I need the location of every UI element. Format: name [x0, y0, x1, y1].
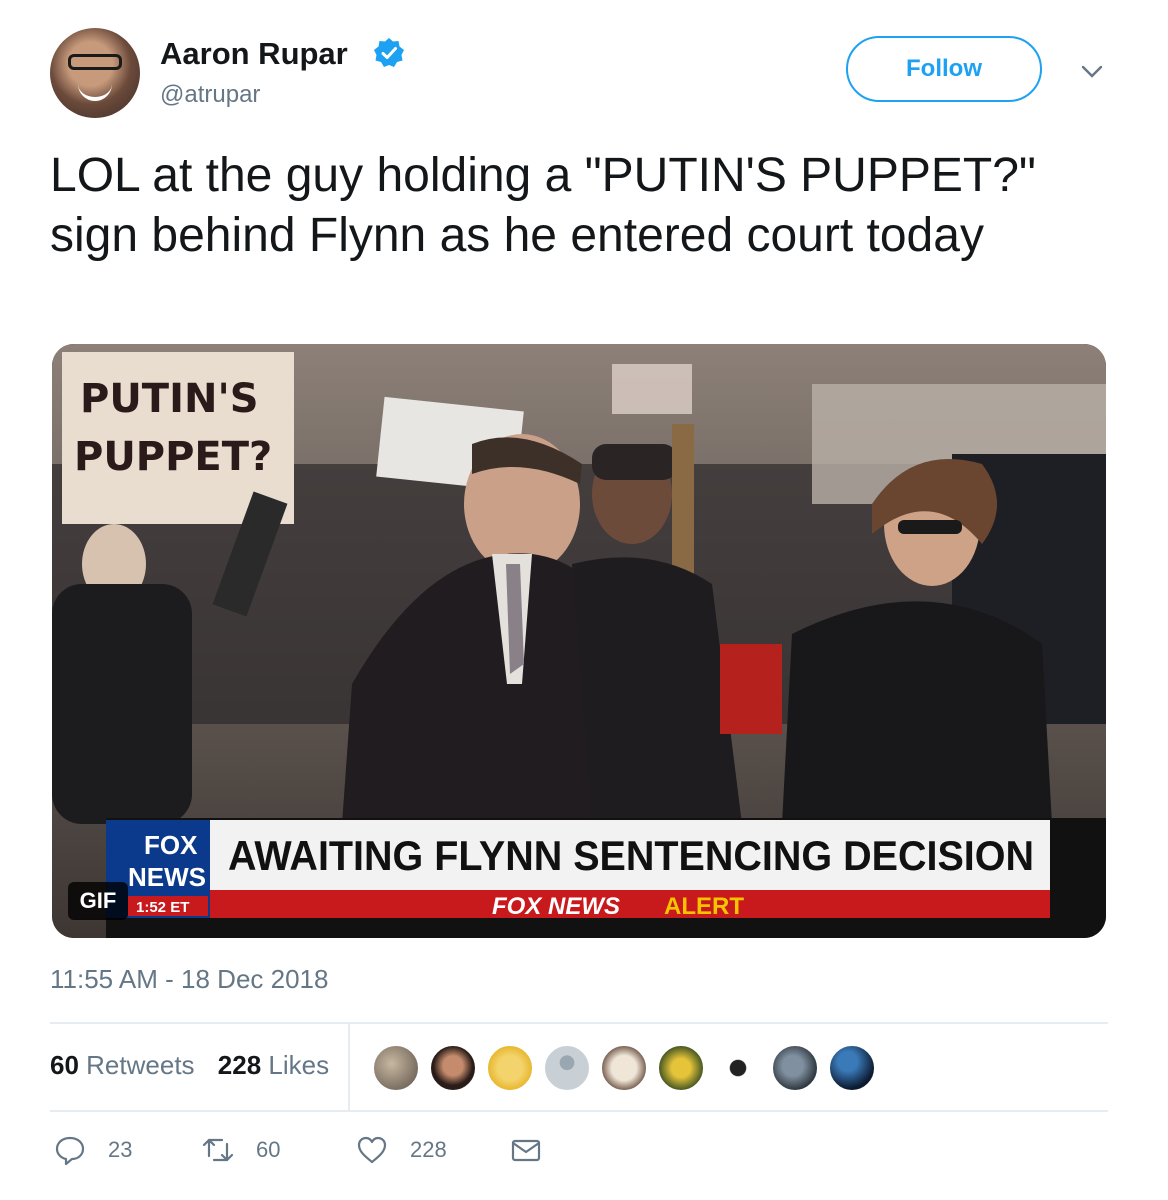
liker-avatar[interactable]	[657, 1044, 705, 1092]
tweet-header: Aaron Rupar @atrupar Follow	[50, 28, 1110, 120]
direct-message-button[interactable]	[510, 1134, 564, 1166]
liker-avatar[interactable]	[714, 1044, 762, 1092]
heart-icon	[357, 1136, 387, 1164]
liker-avatar[interactable]	[828, 1044, 876, 1092]
reply-count: 23	[108, 1137, 133, 1162]
liker-avatar[interactable]	[771, 1044, 819, 1092]
divider-bottom	[50, 1110, 1108, 1112]
author-name[interactable]: Aaron Rupar	[160, 36, 348, 72]
logo-clock: 1:52 ET	[136, 899, 189, 916]
tweet-stats: 60 Retweets 228 Likes	[50, 1050, 345, 1081]
avatar-glasses	[68, 54, 122, 70]
logo-bottom: NEWS	[128, 862, 206, 892]
liker-avatars	[372, 1044, 885, 1092]
stats-divider	[348, 1024, 350, 1112]
retweet-button[interactable]: 60	[202, 1134, 280, 1166]
reply-icon	[55, 1136, 85, 1166]
retweets-count: 60	[50, 1050, 79, 1080]
author-avatar[interactable]	[50, 28, 140, 118]
protester-body	[52, 584, 192, 824]
logo-top: FOX	[144, 830, 198, 860]
likes-stat[interactable]: 228 Likes	[218, 1050, 329, 1080]
liker-avatar[interactable]	[486, 1044, 534, 1092]
sign-line2: PUPPET?	[74, 434, 272, 480]
like-button[interactable]: 228	[356, 1134, 447, 1166]
likes-label: Likes	[268, 1050, 330, 1080]
follow-button[interactable]: Follow	[846, 36, 1042, 102]
retweet-icon	[202, 1138, 234, 1162]
tweet-text: LOL at the guy holding a "PUTIN'S PUPPET…	[50, 149, 1036, 262]
retweets-stat[interactable]: 60 Retweets	[50, 1050, 195, 1080]
tweet-media-gif[interactable]: PUTIN'S PUPPET? AWAITING FLYNN SENTENCIN…	[52, 344, 1106, 938]
verified-badge-icon	[374, 38, 404, 67]
chyron-headline: AWAITING FLYNN SENTENCING DECISION	[228, 832, 1034, 879]
envelope-icon	[511, 1139, 541, 1162]
like-count: 228	[410, 1137, 447, 1162]
avatar-smile	[78, 83, 112, 101]
woman-coat	[782, 601, 1052, 824]
retweet-count: 60	[256, 1137, 281, 1162]
chyron-alert-bar	[210, 890, 1050, 918]
chyron-alert-word: ALERT	[664, 893, 744, 920]
liker-avatar[interactable]	[543, 1044, 591, 1092]
liker-avatar[interactable]	[429, 1044, 477, 1092]
liker-avatar[interactable]	[372, 1044, 420, 1092]
chevron-down-icon[interactable]	[1080, 64, 1104, 80]
tweet-timestamp[interactable]: 11:55 AM - 18 Dec 2018	[50, 964, 328, 995]
chyron-alert-prefix: FOX NEWS	[492, 893, 620, 920]
sign-line1: PUTIN'S	[80, 376, 259, 422]
gif-badge: GIF	[68, 882, 128, 920]
author-handle[interactable]: @atrupar	[160, 81, 260, 109]
retweets-label: Retweets	[86, 1050, 195, 1080]
divider-top	[50, 1022, 1108, 1024]
gif-frame: PUTIN'S PUPPET? AWAITING FLYNN SENTENCIN…	[52, 344, 1106, 938]
reply-button[interactable]: 23	[54, 1134, 132, 1166]
likes-count: 228	[217, 1050, 262, 1080]
liker-avatar[interactable]	[600, 1044, 648, 1092]
